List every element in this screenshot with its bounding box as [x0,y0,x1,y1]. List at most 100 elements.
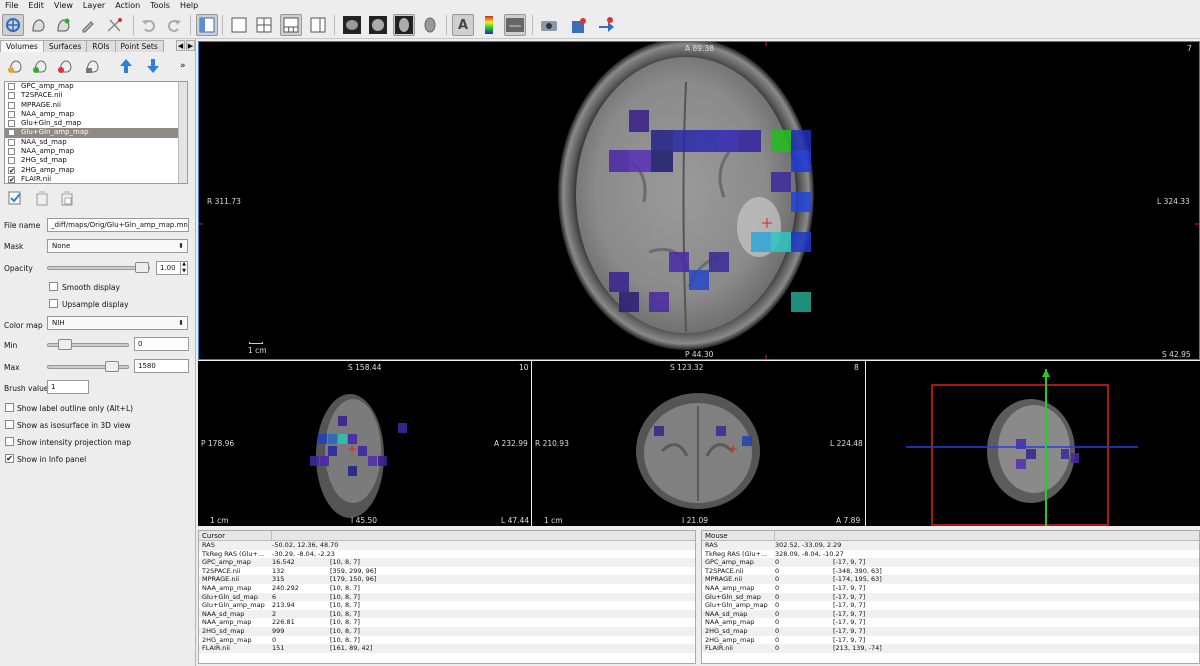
info-row[interactable]: NAA_amp_map 0 [-17, 9, 7] [702,584,1199,593]
3d-view-icon[interactable] [419,14,441,36]
brush-value-field[interactable]: 1 [47,380,89,394]
menu-edit[interactable]: Edit [23,0,49,11]
menu-tools[interactable]: Tools [145,0,175,11]
info-row[interactable]: RAS 302.52, -33.09, 2.29 [702,541,1199,550]
layer-list-item[interactable]: 2HG_sd_map [5,156,187,165]
move-layer-down-icon[interactable] [144,57,162,75]
layer-visibility-checkbox[interactable] [8,92,15,100]
undo-icon[interactable] [138,14,160,36]
spin-arrows-icon[interactable]: ▲ ▼ [180,262,187,274]
menu-help[interactable]: Help [175,0,203,11]
info-row[interactable]: Glu+Gln_amp_map 213.94 [10, 8, 7] [199,601,695,610]
info-row[interactable]: Glu+Gln_sd_map 6 [10, 8, 7] [199,592,695,602]
file-name-field[interactable]: _diff/maps/Orig/Glu+Gln_amp_map.mnc [47,218,189,232]
coronal-view[interactable]: S 123.32 I 21.09 R 210.93 L 224.48 8 A 7… [532,361,865,526]
menu-view[interactable]: View [49,0,78,11]
menu-action[interactable]: Action [110,0,145,11]
info-row[interactable]: GPC_amp_map 0 [-17, 9, 7] [702,558,1199,567]
menu-layer[interactable]: Layer [78,0,110,11]
layer-list-item[interactable]: T2SPACE.nii [5,91,187,100]
isosurface-checkbox[interactable] [5,420,14,429]
info-row[interactable]: MPRAGE.nii 0 [-174, 195, 63] [702,575,1199,584]
tab-surfaces[interactable]: Surfaces [42,40,88,52]
snapshot-icon[interactable] [538,14,560,36]
layer-visibility-checkbox[interactable] [8,83,15,90]
layer-visibility-checkbox[interactable]: ✔ [8,175,15,183]
voxel-edit-icon[interactable] [27,14,49,36]
layer-visibility-checkbox[interactable] [8,148,15,156]
save-volume-icon[interactable] [83,57,101,75]
info-row[interactable]: MPRAGE.nii 315 [179, 150, 96] [199,575,695,584]
show-all-layers-icon[interactable] [6,189,24,207]
layout-1x1-icon[interactable] [228,14,250,36]
coronal-view-icon[interactable] [367,14,389,36]
new-volume-icon[interactable] [31,57,49,75]
more-actions-icon[interactable]: » [180,61,186,71]
point-set-edit-icon[interactable] [104,14,126,36]
layer-list-item[interactable]: NAA_sd_map [5,138,187,147]
move-layer-up-icon[interactable] [117,57,135,75]
min-slider-handle[interactable] [58,339,72,350]
layer-visibility-checkbox[interactable] [8,138,15,146]
max-field[interactable]: 1580 [134,359,189,373]
opacity-slider[interactable] [47,262,150,273]
redo-icon[interactable] [163,14,185,36]
navigate-icon[interactable] [2,14,24,36]
tab-scroll-right-icon[interactable]: ▶ [186,40,195,51]
copy-layer-icon[interactable] [33,189,51,207]
mouse-info-panel[interactable]: Mouse RAS 302.52, -33.09, 2.29 TkReg RAS (… [701,530,1200,664]
info-row[interactable]: RAS -50.02, 12.36, 48.70 [199,541,695,550]
min-field[interactable]: 0 [134,337,189,351]
tab-scroll-left-icon[interactable]: ◀ [176,40,185,51]
layout-2x2-icon[interactable] [253,14,275,36]
layout-1x3-alt-icon[interactable] [280,14,302,36]
layer-list[interactable]: GPC_amp_map T2SPACE.nii MPRAGE.nii NAA_amp_… [4,81,188,184]
save-point-icon[interactable] [568,14,590,36]
max-slider-handle[interactable] [105,361,119,372]
text-annotation-icon[interactable]: A [452,14,474,36]
info-row[interactable]: 2HG_amp_map 0 [10, 8, 7] [199,636,695,645]
info-row[interactable]: TkReg RAS (Glu+... -30.29, -8.04, -2.23 [199,550,695,559]
info-row[interactable]: TkReg RAS (Glu+... 328.09, -8.04, -10.27 [702,550,1199,559]
layer-list-scrollbar[interactable] [178,82,187,183]
layer-list-item[interactable]: Glu+Gln_amp_map [5,128,187,138]
menu-file[interactable]: File [0,0,23,11]
opacity-slider-handle[interactable] [135,262,149,273]
info-row[interactable]: T2SPACE.nii 0 [-348, 390, 63] [702,567,1199,576]
goto-point-icon[interactable] [595,14,617,36]
opacity-field[interactable]: 1.00 ▲ ▼ [156,261,188,275]
layer-list-item[interactable]: NAA_amp_map [5,147,187,156]
label-outline-checkbox[interactable] [5,403,14,412]
smooth-display-checkbox[interactable] [49,282,58,291]
info-row[interactable]: Glu+Gln_amp_map 0 [-17, 9, 7] [702,601,1199,610]
tab-rois[interactable]: ROIs [86,40,116,52]
tab-volumes[interactable]: Volumes [0,40,44,52]
layer-list-item[interactable]: GPC_amp_map [5,82,187,91]
upsample-display-checkbox[interactable] [49,299,58,308]
info-row[interactable]: 2HG_sd_map 0 [-17, 9, 7] [702,626,1199,636]
toggle-info-icon[interactable] [504,14,526,36]
layer-list-item[interactable]: MPRAGE.nii [5,101,187,110]
roi-edit-icon[interactable] [77,14,99,36]
close-volume-icon[interactable] [56,57,74,75]
layer-visibility-checkbox[interactable] [8,101,15,109]
axial-view-icon[interactable] [393,14,415,36]
info-row[interactable]: Glu+Gln_sd_map 0 [-17, 9, 7] [702,592,1199,602]
max-slider[interactable] [47,361,129,372]
info-row[interactable]: T2SPACE.nii 132 [359, 299, 96] [199,567,695,576]
layer-visibility-checkbox[interactable] [8,110,15,118]
sagittal-view[interactable]: S 158.44 I 45.50 P 178.96 A 232.99 10 L … [198,361,531,526]
layer-list-item[interactable]: ✔ FLAIR.nii [5,175,187,183]
info-row[interactable]: GPC_amp_map 16.542 [10, 8, 7] [199,558,695,567]
layer-visibility-checkbox[interactable]: ✔ [8,166,15,174]
info-row[interactable]: FLAIR.nii 151 [161, 89, 42] [199,644,695,653]
layer-visibility-checkbox[interactable] [8,157,15,165]
cursor-info-panel[interactable]: Cursor RAS -50.02, 12.36, 48.70 TkReg RAS … [198,530,696,664]
info-row[interactable]: NAA_amp_map 0 [-17, 9, 7] [702,618,1199,627]
colorbar-icon[interactable] [478,14,500,36]
info-row[interactable]: 2HG_sd_map 999 [10, 8, 7] [199,626,695,636]
info-row[interactable]: FLAIR.nii 0 [213, 139, -74] [702,644,1199,653]
color-map-select[interactable]: NIH ⬍ [47,316,188,330]
3d-view[interactable] [866,361,1200,526]
layer-visibility-checkbox[interactable] [8,129,15,137]
